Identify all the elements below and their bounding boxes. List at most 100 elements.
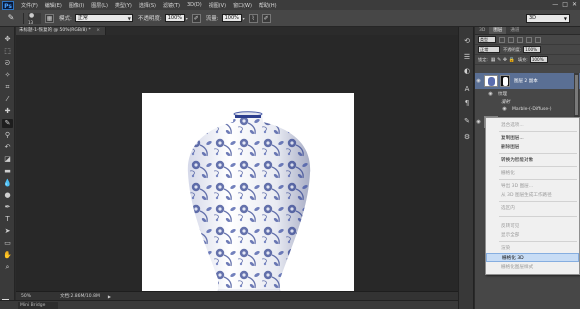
tab-3d[interactable]: 3D [475, 27, 489, 34]
scrollbar-thumb[interactable] [575, 75, 578, 115]
sublayer-row[interactable]: ◉ Marble-(-Diffuse-) [475, 105, 580, 113]
lasso-tool-icon[interactable]: ᘐ [2, 59, 13, 68]
clone-stamp-tool-icon[interactable]: ⚲ [2, 131, 13, 140]
history-brush-tool-icon[interactable]: ↶ [2, 143, 13, 152]
menu-item-convert-smart-object[interactable]: 转换为智能对象 [486, 156, 579, 165]
healing-brush-tool-icon[interactable]: ✚ [2, 107, 13, 116]
brush-tool-icon[interactable]: ✎ [2, 119, 13, 128]
pen-tool-icon[interactable]: ✒ [2, 203, 13, 212]
eraser-tool-icon[interactable]: ◪ [2, 155, 13, 164]
mode-select[interactable]: 正常 ▼ [74, 14, 133, 22]
airbrush-icon[interactable]: ⌇ [248, 13, 258, 23]
tab-layers[interactable]: 图层 [489, 27, 507, 34]
layer-filter-row: 类型 [475, 35, 580, 45]
layer-name: 图层 2 副本 [514, 79, 538, 84]
blur-tool-icon[interactable]: 💧 [2, 179, 13, 188]
menu-item-rasterize[interactable]: 栅格化 [486, 169, 579, 178]
fill-field[interactable]: 100% [529, 56, 548, 63]
filter-smart-icon[interactable] [535, 36, 541, 43]
opacity-label: 不透明度: [503, 46, 522, 52]
filter-pixel-icon[interactable] [499, 36, 505, 43]
properties-icon[interactable]: ☰ [462, 53, 472, 62]
brush-panel-icon[interactable]: ▦ [45, 13, 54, 23]
adjustments-icon[interactable]: ◐ [462, 67, 472, 76]
menu-select[interactable]: 选择(S) [139, 2, 156, 9]
menu-item-duplicate-layer[interactable]: 复制图层... [486, 134, 579, 143]
pressure-size-icon[interactable]: ✐ [261, 13, 271, 23]
workspace-switcher[interactable]: 3D ▼ [526, 14, 570, 23]
filter-shape-icon[interactable] [526, 36, 532, 43]
hand-tool-icon[interactable]: ✋ [2, 251, 13, 260]
path-selection-tool-icon[interactable]: ➤ [2, 227, 13, 236]
zoom-tool-icon[interactable]: ⌕ [2, 263, 13, 272]
menu-item-render[interactable]: 渲染 [486, 244, 579, 253]
menu-divider [499, 166, 577, 167]
character-icon[interactable]: A [462, 85, 472, 94]
filter-adjust-icon[interactable] [508, 36, 514, 43]
menu-item-blending-options[interactable]: 混合选项... [486, 121, 579, 130]
menu-item-export-3d-layer[interactable]: 导出 3D 图层... [486, 182, 579, 191]
eye-icon[interactable]: ◉ [475, 119, 482, 125]
layer-opacity-field[interactable]: 100% [523, 46, 542, 53]
brush-size-picker[interactable]: ● 13 [28, 12, 41, 25]
history-icon[interactable]: ⟲ [462, 37, 472, 46]
menu-item-delete-layer[interactable]: 删除图层 [486, 143, 579, 152]
chevron-down-icon[interactable]: ▾ [243, 16, 245, 21]
menu-file[interactable]: 文件(F) [21, 2, 38, 9]
tab-channels[interactable]: 通道 [506, 27, 523, 34]
crop-tool-icon[interactable]: ⌗ [2, 83, 13, 92]
chevron-down-icon[interactable]: ▾ [186, 16, 188, 21]
close-tab-icon[interactable]: × [96, 28, 100, 33]
menu-layer[interactable]: 图层(L) [91, 2, 108, 9]
menu-help[interactable]: 帮助(H) [259, 2, 277, 9]
menu-edit[interactable]: 编辑(E) [45, 2, 62, 9]
brush-tool-preset-icon[interactable]: ✎ [4, 12, 18, 24]
mini-bridge-tab[interactable]: Mini Bridge [18, 302, 58, 309]
document-tab[interactable]: 未标题-1-恢复的 @ 50%(RGB/8) * × [16, 27, 106, 35]
filter-type-icon[interactable] [517, 36, 523, 43]
zoom-level[interactable]: 50% [16, 294, 44, 299]
texture-label: 纹理 [498, 92, 507, 97]
dodge-tool-icon[interactable]: ● [2, 191, 13, 200]
kind-filter-select[interactable]: 类型 [478, 36, 496, 43]
eye-icon[interactable]: ◉ [501, 106, 508, 112]
menu-filter[interactable]: 滤镜(T) [163, 2, 180, 9]
menu-image[interactable]: 图像(I) [69, 2, 84, 9]
menu-item-invert-visible[interactable]: 反转可见 [486, 222, 579, 231]
minimize-button[interactable]: — [552, 1, 558, 8]
document-tab-title: 未标题-1-恢复的 @ 50%(RGB/8) * [19, 28, 91, 33]
eye-icon[interactable]: ◉ [475, 78, 482, 84]
menu-item-rasterize-layer-style[interactable]: 栅格化图层样式 [486, 263, 579, 272]
shape-tool-icon[interactable]: ▭ [2, 239, 13, 248]
marquee-tool-icon[interactable]: ⬚ [2, 47, 13, 56]
document-canvas[interactable] [142, 93, 354, 305]
menu-window[interactable]: 窗口(W) [233, 2, 252, 9]
brush-preset-icon[interactable]: ✎ [462, 117, 472, 126]
layer-row[interactable]: ◉ 图层 2 副本 [475, 73, 580, 89]
maximize-button[interactable]: □ [562, 1, 568, 8]
magic-wand-tool-icon[interactable]: ✧ [2, 71, 13, 80]
menu-type[interactable]: 类型(Y) [115, 2, 132, 9]
menu-3d[interactable]: 3D(D) [187, 2, 202, 8]
flow-field[interactable]: 100% [221, 14, 242, 22]
paragraph-icon[interactable]: ¶ [462, 99, 472, 108]
menu-item-work-path-from-3d[interactable]: 从 3D 图层生成工作路径 [486, 191, 579, 200]
opacity-field[interactable]: 100% [164, 14, 185, 22]
blend-mode-select[interactable]: 正常 [478, 46, 500, 53]
menu-item-in-selection[interactable]: 选区内 [486, 204, 579, 213]
tool-preset-icon[interactable]: ⚙ [462, 133, 472, 142]
pressure-opacity-icon[interactable]: ✐ [191, 13, 201, 23]
menu-item-show-all[interactable]: 显示全部 [486, 231, 579, 240]
gradient-tool-icon[interactable]: ▬ [2, 167, 13, 176]
move-tool-icon[interactable]: ✥ [2, 35, 13, 44]
menu-view[interactable]: 视图(V) [209, 2, 226, 9]
canvas-area[interactable] [16, 35, 458, 305]
status-menu-arrow-icon[interactable]: ▶ [108, 294, 111, 299]
close-button[interactable]: ✕ [572, 1, 577, 8]
eye-icon[interactable]: ◉ [487, 91, 494, 97]
sublayer-row[interactable]: ◉ 纹理 [475, 90, 580, 98]
eyedropper-tool-icon[interactable]: ⁄ [2, 95, 13, 104]
menu-item-rasterize-3d[interactable]: 栅格化 3D [486, 253, 579, 262]
type-tool-icon[interactable]: T [2, 215, 13, 224]
lock-icons[interactable]: ▦ ✎ ✥ 🔒 [491, 57, 515, 63]
